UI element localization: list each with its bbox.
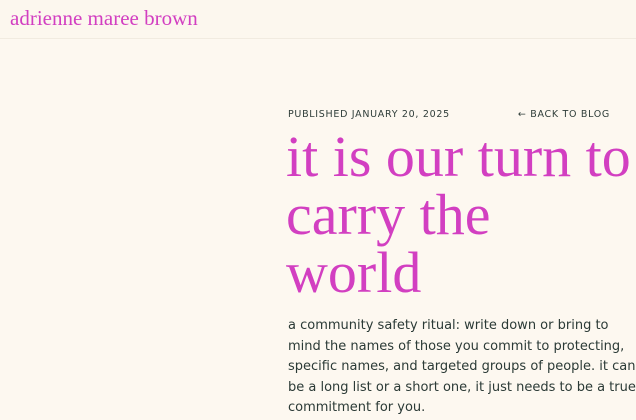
post-meta: PUBLISHED JANUARY 20, 2025 ← BACK TO BLO…: [288, 109, 610, 123]
site-header: adrienne maree brown: [0, 0, 636, 39]
published-date: PUBLISHED JANUARY 20, 2025: [288, 109, 450, 120]
post-title: it is our turn to carry the world: [286, 124, 631, 305]
post-excerpt: a community safety ritual: write down or…: [288, 318, 636, 415]
site-title-link[interactable]: adrienne maree brown: [10, 8, 198, 29]
back-to-blog-link[interactable]: ← BACK TO BLOG: [518, 109, 610, 120]
